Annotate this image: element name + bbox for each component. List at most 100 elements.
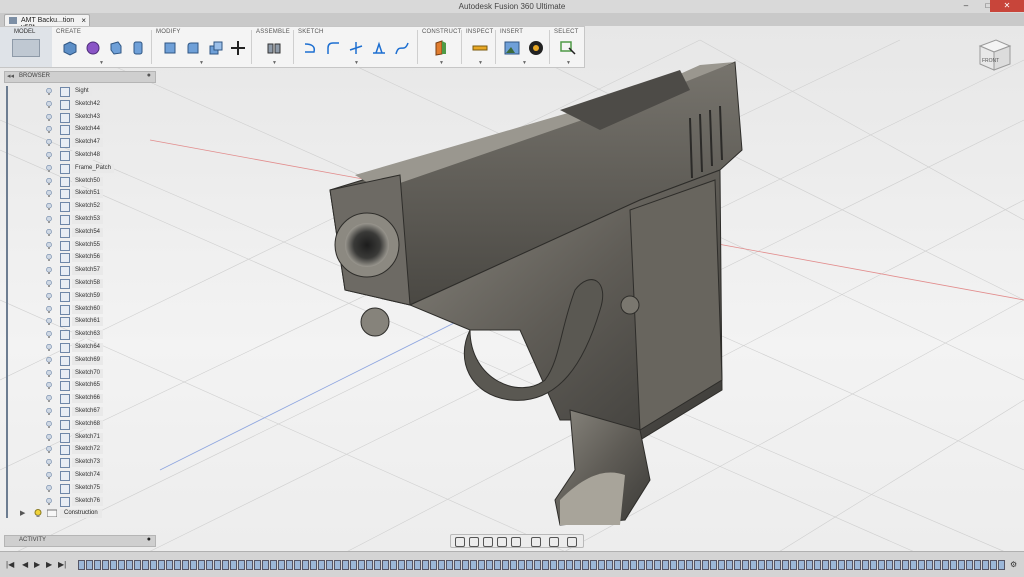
go-to-start-icon[interactable]: |◀ xyxy=(6,560,14,569)
timeline-feature-icon[interactable] xyxy=(998,560,1005,570)
bulb-icon[interactable] xyxy=(46,190,52,198)
timeline-feature-icon[interactable] xyxy=(718,560,725,570)
bulb-icon[interactable] xyxy=(34,509,42,518)
timeline-feature-icon[interactable] xyxy=(774,560,781,570)
timeline-feature-icon[interactable] xyxy=(174,560,181,570)
timeline-feature-icon[interactable] xyxy=(158,560,165,570)
timeline-feature-icon[interactable] xyxy=(742,560,749,570)
bulb-icon[interactable] xyxy=(46,113,52,121)
bulb-icon[interactable] xyxy=(46,203,52,211)
timeline-feature-icon[interactable] xyxy=(574,560,581,570)
collapse-panel-icon[interactable]: ◂◂ xyxy=(7,72,14,80)
fillet-icon[interactable] xyxy=(185,40,201,56)
timeline-feature-icon[interactable] xyxy=(390,560,397,570)
combine-icon[interactable] xyxy=(208,40,224,56)
timeline-feature-icon[interactable] xyxy=(78,560,85,570)
bulb-icon[interactable] xyxy=(46,395,52,403)
workspace-switcher[interactable]: MODEL xyxy=(0,27,52,67)
bulb-icon[interactable] xyxy=(46,344,52,351)
timeline-feature-icon[interactable] xyxy=(854,560,861,570)
timeline-feature-icon[interactable] xyxy=(310,560,317,570)
project-icon[interactable] xyxy=(371,40,387,56)
timeline-settings-icon[interactable]: ⚙ xyxy=(1010,560,1017,569)
bulb-icon[interactable] xyxy=(46,241,52,249)
timeline-feature-icon[interactable] xyxy=(326,560,333,570)
timeline-feature-icon[interactable] xyxy=(974,560,981,570)
timeline-feature-icon[interactable] xyxy=(166,560,173,570)
fillet-sketch-icon[interactable] xyxy=(325,40,341,56)
bulb-icon[interactable] xyxy=(46,408,52,415)
sphere-icon[interactable] xyxy=(85,40,101,56)
timeline-feature-icon[interactable] xyxy=(950,560,957,570)
bulb-icon[interactable] xyxy=(46,139,52,147)
timeline-feature-icon[interactable] xyxy=(486,560,493,570)
press-pull-icon[interactable] xyxy=(162,40,178,56)
timeline-feature-icon[interactable] xyxy=(822,560,829,570)
arc-icon[interactable] xyxy=(302,40,318,56)
timeline-feature-icon[interactable] xyxy=(558,560,565,570)
select-icon[interactable] xyxy=(560,40,576,56)
timeline-feature-icon[interactable] xyxy=(862,560,869,570)
timeline-feature-icon[interactable] xyxy=(294,560,301,570)
timeline-feature-icon[interactable] xyxy=(902,560,909,570)
bulb-icon[interactable] xyxy=(46,280,52,287)
timeline-feature-icon[interactable] xyxy=(582,560,589,570)
timeline-feature-icon[interactable] xyxy=(270,560,277,570)
bulb-icon[interactable] xyxy=(46,331,52,339)
timeline-feature-icon[interactable] xyxy=(726,560,733,570)
timeline-feature-icon[interactable] xyxy=(830,560,837,570)
timeline-feature-icon[interactable] xyxy=(382,560,389,570)
timeline-feature-icon[interactable] xyxy=(206,560,213,570)
timeline-feature-icon[interactable] xyxy=(982,560,989,570)
timeline-feature-icon[interactable] xyxy=(366,560,373,570)
play-icon[interactable]: ▶ xyxy=(34,560,40,569)
bulb-icon[interactable] xyxy=(46,318,52,326)
timeline-feature-icon[interactable] xyxy=(494,560,501,570)
timeline-feature-icon[interactable] xyxy=(646,560,653,570)
timeline-feature-icon[interactable] xyxy=(470,560,477,570)
browser-panel-header[interactable]: ◂◂ BROWSER ● xyxy=(4,71,156,83)
timeline-feature-icon[interactable] xyxy=(638,560,645,570)
timeline-feature-icon[interactable] xyxy=(918,560,925,570)
timeline-feature-icon[interactable] xyxy=(886,560,893,570)
timeline-feature-icon[interactable] xyxy=(910,560,917,570)
timeline-feature-icon[interactable] xyxy=(510,560,517,570)
bulb-icon[interactable] xyxy=(46,100,52,108)
timeline-feature-icon[interactable] xyxy=(766,560,773,570)
timeline-feature-icon[interactable] xyxy=(430,560,437,570)
timeline-feature-icon[interactable] xyxy=(806,560,813,570)
timeline-feature-icon[interactable] xyxy=(518,560,525,570)
timeline-feature-icon[interactable] xyxy=(686,560,693,570)
timeline-feature-icon[interactable] xyxy=(102,560,109,570)
timeline-feature-icon[interactable] xyxy=(254,560,261,570)
timeline-feature-icon[interactable] xyxy=(374,560,381,570)
timeline-feature-icon[interactable] xyxy=(566,560,573,570)
timeline-feature-icon[interactable] xyxy=(598,560,605,570)
timeline-feature-icon[interactable] xyxy=(662,560,669,570)
trim-icon[interactable] xyxy=(348,40,364,56)
timeline-feature-icon[interactable] xyxy=(302,560,309,570)
timeline-feature-icon[interactable] xyxy=(110,560,117,570)
go-to-end-icon[interactable]: ▶| xyxy=(58,560,66,569)
bulb-icon[interactable] xyxy=(46,126,52,134)
timeline-feature-icon[interactable] xyxy=(422,560,429,570)
timeline-feature-icon[interactable] xyxy=(958,560,965,570)
timeline-feature-icon[interactable] xyxy=(550,560,557,570)
activity-panel-header[interactable]: ACTIVITY ● xyxy=(4,535,156,547)
timeline-feature-icon[interactable] xyxy=(262,560,269,570)
timeline-feature-icon[interactable] xyxy=(894,560,901,570)
plane-icon[interactable] xyxy=(433,40,449,56)
timeline-feature-icon[interactable] xyxy=(870,560,877,570)
timeline-feature-icon[interactable] xyxy=(278,560,285,570)
bulb-icon[interactable] xyxy=(46,228,52,236)
bulb-icon[interactable] xyxy=(46,292,52,300)
bulb-icon[interactable] xyxy=(46,152,52,159)
timeline-feature-icon[interactable] xyxy=(622,560,629,570)
timeline-feature-icon[interactable] xyxy=(214,560,221,570)
timeline-feature-icon[interactable] xyxy=(846,560,853,570)
zoom-icon[interactable] xyxy=(497,537,507,547)
bulb-icon[interactable] xyxy=(46,472,52,479)
step-back-icon[interactable]: ◀ xyxy=(22,560,28,569)
timeline-feature-icon[interactable] xyxy=(414,560,421,570)
orbit-icon[interactable] xyxy=(455,537,465,547)
